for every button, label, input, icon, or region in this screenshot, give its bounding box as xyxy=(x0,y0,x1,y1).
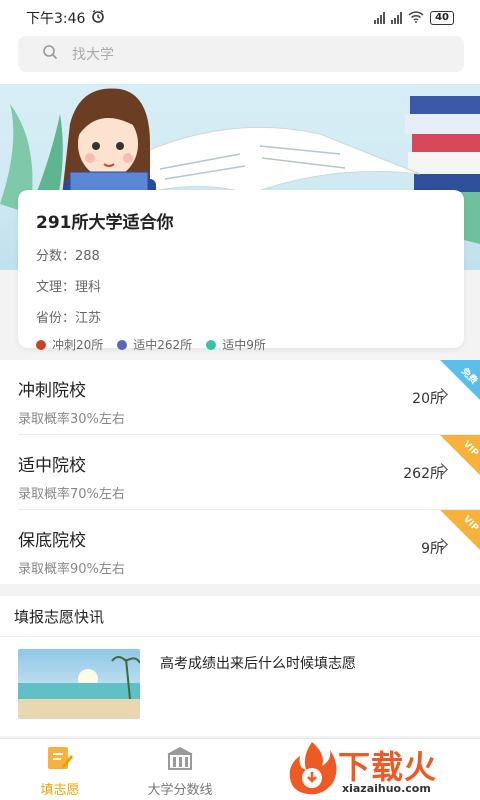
category-name: 保底院校 xyxy=(18,531,86,551)
legend-dot xyxy=(36,339,46,350)
legend-item-moderate: 适中262所 xyxy=(117,336,192,353)
tab-label: 填志愿 xyxy=(40,783,80,798)
legend: 冲刺20所 适中262所 适中9所 xyxy=(36,336,446,353)
signal-icon-2 xyxy=(391,12,403,24)
legend-item-sprint: 冲刺20所 xyxy=(36,336,103,353)
category-list: 冲刺院校 录取概率30%左右 20所 免费 适中院校 录取概率70%左右 262… xyxy=(0,360,480,584)
watermark-logo: 下载火 xiazaihuo.com xyxy=(280,736,480,800)
search-icon xyxy=(42,44,58,64)
category-name: 适中院校 xyxy=(18,456,86,476)
signal-icon xyxy=(374,12,386,24)
score-text: 分数：288 xyxy=(36,249,100,264)
wifi-icon xyxy=(408,10,424,26)
category-name: 冲刺院校 xyxy=(18,381,86,401)
search-placeholder: 找大学 xyxy=(72,47,114,63)
legend-dot xyxy=(206,339,217,350)
status-time-group: 下午3:46 xyxy=(26,8,105,28)
recommendation-card[interactable]: 291所大学适合你 分数：288 文理：理科 省份：江苏 冲刺20所 适中262… xyxy=(18,190,464,352)
vip-badge: VIP xyxy=(440,510,480,550)
news-title: 高考成绩出来后什么时候填志愿 xyxy=(160,656,356,672)
building-icon xyxy=(163,747,197,775)
category-probability: 录取概率70%左右 xyxy=(18,487,125,502)
category-row-sprint[interactable]: 冲刺院校 录取概率30%左右 20所 免费 xyxy=(0,360,480,435)
province-text: 省份：江苏 xyxy=(36,311,102,326)
edit-icon xyxy=(45,747,75,775)
legend-label: 适中262所 xyxy=(133,338,193,352)
legend-label: 适中9所 xyxy=(222,338,266,352)
subject-text: 文理：理科 xyxy=(36,280,102,295)
search-bar-container: 找大学 xyxy=(0,36,480,84)
news-item[interactable]: 高考成绩出来后什么时候填志愿 xyxy=(0,636,480,736)
watermark-domain: xiazaihuo.com xyxy=(342,782,431,795)
status-time: 下午3:46 xyxy=(26,11,86,27)
tab-score-line[interactable]: 大学分数线 xyxy=(130,745,230,798)
category-row-moderate[interactable]: 适中院校 录取概率70%左右 262所 VIP xyxy=(0,435,480,510)
vip-badge: VIP xyxy=(440,435,480,475)
status-bar: 下午3:46 40 xyxy=(0,0,480,36)
category-probability: 录取概率30%左右 xyxy=(18,412,125,427)
recommendation-title: 291所大学适合你 xyxy=(36,213,174,233)
battery-icon: 40 xyxy=(430,11,454,25)
legend-item-safe: 适中9所 xyxy=(206,336,266,353)
status-icons: 40 xyxy=(374,10,454,26)
category-row-safe[interactable]: 保底院校 录取概率90%左右 9所 VIP xyxy=(0,510,480,585)
alarm-icon xyxy=(91,9,105,27)
legend-dot xyxy=(117,339,128,350)
tab-label: 大学分数线 xyxy=(147,783,213,798)
category-probability: 录取概率90%左右 xyxy=(18,562,125,577)
legend-label: 冲刺20所 xyxy=(52,338,104,352)
search-input[interactable]: 找大学 xyxy=(18,36,464,72)
tab-fill-application[interactable]: 填志愿 xyxy=(10,745,110,798)
news-heading: 填报志愿快讯 xyxy=(0,596,480,636)
news-thumbnail xyxy=(18,649,140,719)
free-badge: 免费 xyxy=(440,360,480,400)
flame-icon xyxy=(289,742,337,795)
